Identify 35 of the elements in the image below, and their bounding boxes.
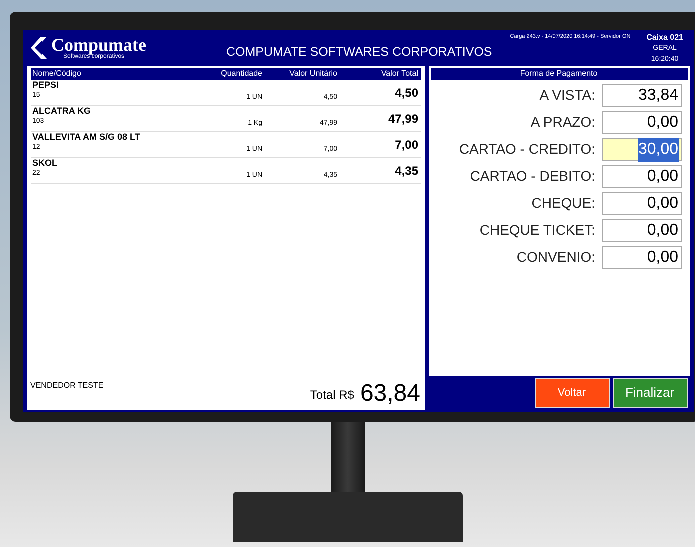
column-header: Nome/Código xyxy=(32,68,82,80)
payment-label: A PRAZO: xyxy=(530,113,596,132)
product-name: SKOL xyxy=(32,158,59,168)
amount-field[interactable]: 0,00 xyxy=(602,246,682,269)
product-name: VALLEVITA AM S/G 08 LT xyxy=(32,132,142,142)
logo-name: Compumate xyxy=(52,36,146,54)
seller-name: VENDEDOR TESTE xyxy=(30,380,104,392)
total-cell-text: 4,35 xyxy=(394,162,418,180)
payment-label: CONVENIO: xyxy=(516,248,596,267)
action-button[interactable]: Finalizar xyxy=(612,378,688,408)
payment-label: A VISTA: xyxy=(540,86,596,105)
product-name: ALCATRA KG xyxy=(32,106,92,116)
amount-field[interactable]: 33,84 xyxy=(602,84,682,107)
column-header: Valor Total xyxy=(380,68,418,80)
payment-label: CARTAO - DEBITO: xyxy=(470,167,596,186)
amount-field[interactable]: 0,00 xyxy=(602,192,682,215)
amount-field[interactable]: 30,00 xyxy=(602,138,682,161)
product-name: PEPSI xyxy=(32,80,60,90)
column-header: Quantidade xyxy=(220,68,262,80)
monitor-stand-neck xyxy=(330,422,364,492)
amount-field[interactable]: 0,00 xyxy=(602,165,682,188)
total-label: Total R$ xyxy=(310,387,354,404)
payment-label: CHEQUE: xyxy=(532,194,596,213)
payment-title: Forma de Pagamento xyxy=(430,68,688,80)
total-cell-text: 7,00 xyxy=(394,136,418,154)
column-header: Valor Unitário xyxy=(288,68,338,80)
amount-field[interactable]: 0,00 xyxy=(602,111,682,134)
total-cell-text: 47,99 xyxy=(387,110,418,128)
register-label: Caixa 021 xyxy=(646,32,684,42)
amount-field[interactable]: 0,00 xyxy=(602,219,682,242)
total-value: 63,84 xyxy=(360,382,420,406)
payment-label: CARTAO - CREDITO: xyxy=(459,140,596,159)
payment-label: CHEQUE TICKET: xyxy=(480,221,596,240)
app-title: COMPUMATE SOFTWARES CORPORATIVOS xyxy=(226,44,492,61)
total-cell-text: 4,50 xyxy=(394,84,418,102)
